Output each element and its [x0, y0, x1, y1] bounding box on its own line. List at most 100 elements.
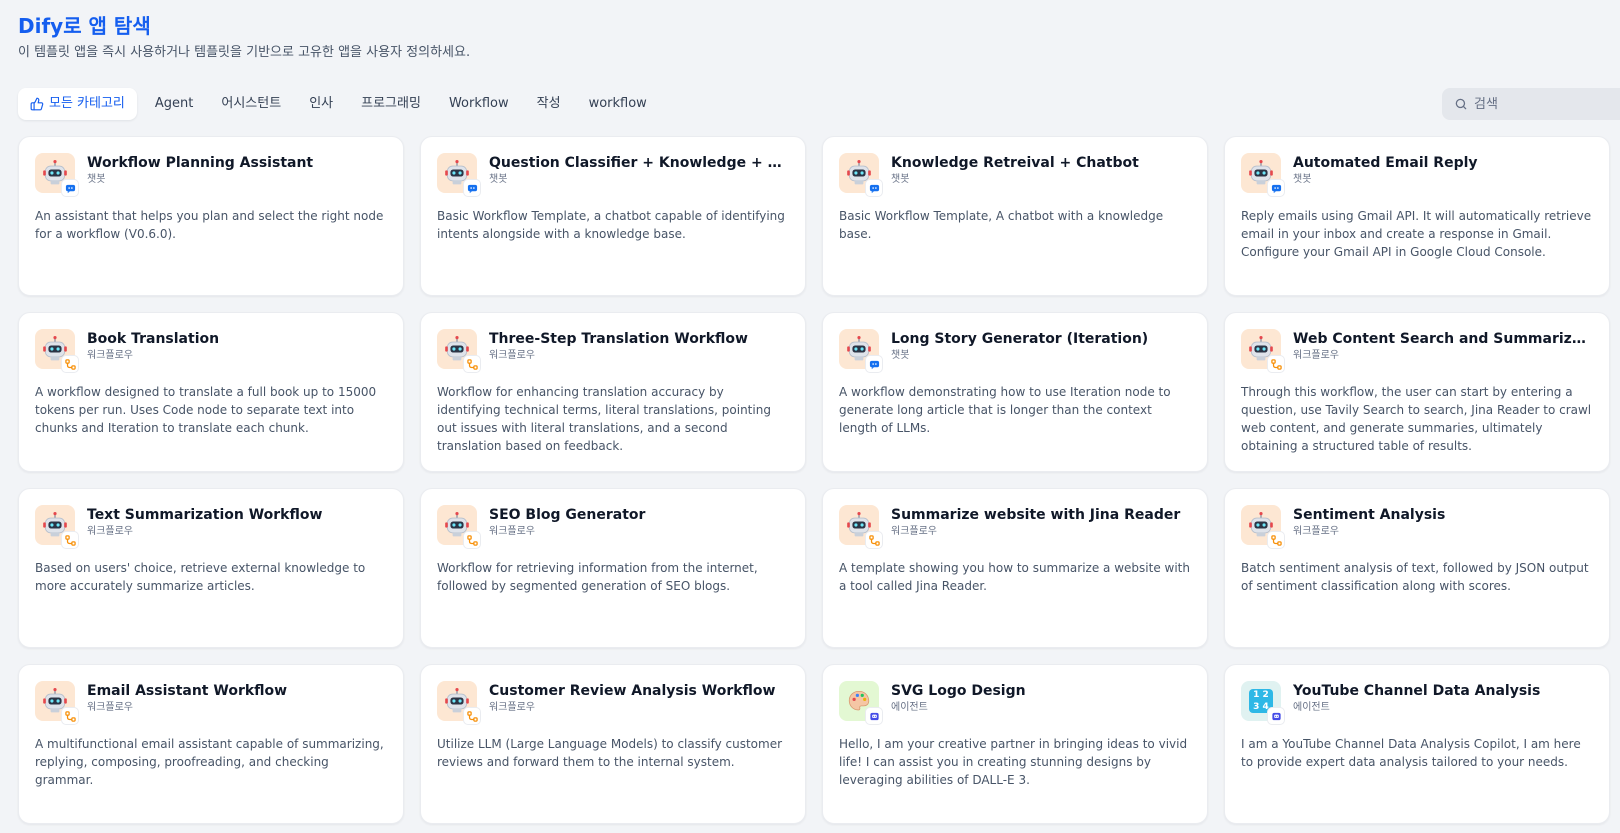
app-card[interactable]: Workflow Planning Assistant 챗봇 An assistan…: [18, 136, 404, 296]
app-type: 워크플로우: [1293, 350, 1339, 361]
robot-icon: [437, 505, 481, 549]
app-title: SEO Blog Generator: [489, 507, 646, 523]
workflow-badge-icon: [865, 531, 883, 549]
app-type: 챗봇: [87, 174, 106, 185]
tab-agent[interactable]: Agent: [141, 88, 207, 120]
app-card[interactable]: 1 23 4 YouTube Channel Data Analysis 에이전트 I…: [1224, 664, 1610, 824]
app-type: 워크플로우: [1293, 526, 1339, 537]
page-title: Dify로 앱 탐색: [18, 14, 151, 38]
app-description: Based on users' choice, retrieve externa…: [35, 561, 366, 593]
workflow-badge-icon: [61, 355, 79, 373]
app-title: Automated Email Reply: [1293, 155, 1478, 171]
agent-badge-icon: [1267, 707, 1285, 725]
app-title: SVG Logo Design: [891, 683, 1026, 699]
app-title: Book Translation: [87, 331, 220, 347]
thumbs-up-icon: [30, 97, 44, 111]
tab-programming[interactable]: 프로그래밍: [347, 88, 435, 120]
app-type: 워크플로우: [489, 350, 535, 361]
app-card[interactable]: Knowledge Retreival + Chatbot 챗봇 Basic Wor…: [822, 136, 1208, 296]
page-header: Dify로 앱 탐색 이 템플릿 앱을 즉시 사용하거나 템플릿을 기반으로 고…: [18, 12, 470, 62]
page-subtitle: 이 템플릿 앱을 즉시 사용하거나 템플릿을 기반으로 고유한 앱을 사용자 정…: [18, 45, 471, 60]
robot-icon: [437, 681, 481, 725]
tab-assistant[interactable]: 어시스턴트: [207, 88, 295, 120]
workflow-badge-icon: [463, 355, 481, 373]
robot-icon: [35, 329, 79, 373]
app-title: Three-Step Translation Workflow: [489, 331, 748, 347]
app-title: Text Summarization Workflow: [87, 507, 323, 523]
app-description: Reply emails using Gmail API. It will au…: [1241, 209, 1592, 259]
app-card[interactable]: Long Story Generator (Iteration) 챗봇 A work…: [822, 312, 1208, 472]
numbers-icon: 1 23 4: [1241, 681, 1285, 725]
robot-icon: [1241, 153, 1285, 197]
app-card[interactable]: Customer Review Analysis Workflow 워크플로우 Ut…: [420, 664, 806, 824]
app-description: A workflow demonstrating how to use Iter…: [839, 385, 1171, 435]
app-type: 챗봇: [891, 174, 910, 185]
app-grid: Workflow Planning Assistant 챗봇 An assistan…: [18, 136, 1610, 824]
app-card[interactable]: Text Summarization Workflow 워크플로우 Based on…: [18, 488, 404, 648]
robot-icon: [1241, 505, 1285, 549]
app-card[interactable]: Web Content Search and Summarization Wor…: [1224, 312, 1610, 472]
robot-icon: [437, 329, 481, 373]
app-description: Workflow for retrieving information from…: [437, 561, 758, 593]
app-title: YouTube Channel Data Analysis: [1293, 683, 1541, 699]
chatbot-badge-icon: [463, 179, 481, 197]
app-title: Sentiment Analysis: [1293, 507, 1446, 523]
app-type: 워크플로우: [87, 702, 133, 713]
app-description: A multifunctional email assistant capabl…: [35, 737, 384, 787]
tab-workflow[interactable]: Workflow: [435, 88, 523, 120]
workflow-badge-icon: [463, 707, 481, 725]
app-type: 워크플로우: [87, 350, 133, 361]
workflow-badge-icon: [61, 707, 79, 725]
app-title: Long Story Generator (Iteration): [891, 331, 1149, 347]
app-card[interactable]: SVG Logo Design 에이전트 Hello, I am your crea…: [822, 664, 1208, 824]
app-description: I am a YouTube Channel Data Analysis Cop…: [1241, 737, 1581, 769]
app-card[interactable]: SEO Blog Generator 워크플로우 Workflow for retr…: [420, 488, 806, 648]
workflow-badge-icon: [1267, 355, 1285, 373]
category-tabs: 모든 카테고리 Agent 어시스턴트 인사 프로그래밍 Workflow 작성…: [18, 88, 661, 120]
app-type: 워크플로우: [87, 526, 133, 537]
workflow-badge-icon: [61, 531, 79, 549]
search-input[interactable]: [1474, 96, 1614, 112]
app-type: 에이전트: [891, 702, 928, 713]
app-description: Through this workflow, the user can star…: [1241, 385, 1592, 453]
app-description: Basic Workflow Template, A chatbot with …: [839, 209, 1164, 241]
app-description: A workflow designed to translate a full …: [35, 385, 377, 435]
app-description: A template showing you how to summarize …: [839, 561, 1190, 593]
chatbot-badge-icon: [61, 179, 79, 197]
chatbot-badge-icon: [865, 179, 883, 197]
tab-writing[interactable]: 작성: [523, 88, 575, 120]
app-description: Batch sentiment analysis of text, follow…: [1241, 561, 1589, 593]
app-card[interactable]: Question Classifier + Knowledge + Chatbo…: [420, 136, 806, 296]
app-type: 챗봇: [1293, 174, 1312, 185]
app-description: Hello, I am your creative partner in bri…: [839, 737, 1188, 787]
workflow-badge-icon: [1267, 531, 1285, 549]
app-title: Customer Review Analysis Workflow: [489, 683, 776, 699]
app-description: Basic Workflow Template, a chatbot capab…: [437, 209, 785, 241]
app-description: Utilize LLM (Large Language Models) to c…: [437, 737, 783, 769]
robot-icon: [35, 153, 79, 197]
search-icon: [1455, 98, 1467, 110]
app-title: Web Content Search and Summarization Wor…: [1293, 331, 1593, 347]
app-card[interactable]: Email Assistant Workflow 워크플로우 A multifunc…: [18, 664, 404, 824]
robot-icon: [839, 505, 883, 549]
chatbot-badge-icon: [865, 355, 883, 373]
app-card[interactable]: Sentiment Analysis 워크플로우 Batch sentiment a…: [1224, 488, 1610, 648]
app-type: 에이전트: [1293, 702, 1330, 713]
app-type: 워크플로우: [489, 526, 535, 537]
tab-label: 모든 카테고리: [49, 96, 125, 111]
robot-icon: [839, 153, 883, 197]
app-title: Knowledge Retreival + Chatbot: [891, 155, 1139, 171]
tab-all-categories[interactable]: 모든 카테고리: [18, 88, 137, 120]
app-card[interactable]: Summarize website with Jina Reader 워크플로우 A…: [822, 488, 1208, 648]
tab-workflow-lowercase[interactable]: workflow: [575, 88, 661, 120]
tab-hr[interactable]: 인사: [295, 88, 347, 120]
app-card[interactable]: Book Translation 워크플로우 A workflow designed…: [18, 312, 404, 472]
app-description: An assistant that helps you plan and sel…: [35, 209, 384, 241]
agent-badge-icon: [865, 707, 883, 725]
palette-icon: [839, 681, 883, 725]
search-box[interactable]: [1442, 88, 1620, 120]
app-type: 워크플로우: [489, 702, 535, 713]
app-card[interactable]: Automated Email Reply 챗봇 Reply emails usin…: [1224, 136, 1610, 296]
workflow-badge-icon: [463, 531, 481, 549]
app-card[interactable]: Three-Step Translation Workflow 워크플로우 Work…: [420, 312, 806, 472]
